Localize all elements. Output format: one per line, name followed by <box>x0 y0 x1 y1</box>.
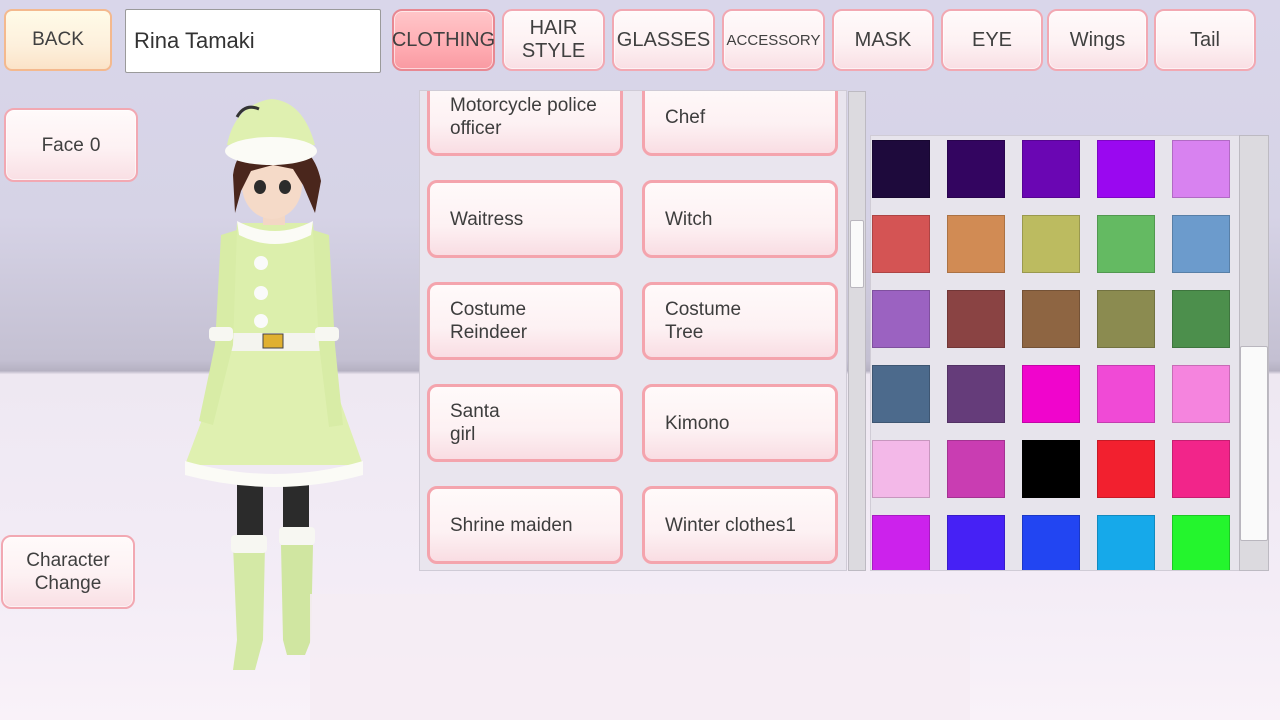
color-swatch[interactable] <box>872 140 930 198</box>
tab-tail[interactable]: Tail <box>1154 9 1256 71</box>
clothing-list-scroll-thumb[interactable] <box>850 220 864 288</box>
color-swatch[interactable] <box>1022 140 1080 198</box>
character-change-button[interactable]: Character Change <box>1 535 135 609</box>
clothing-list-panel[interactable]: Motorcycle police officer Chef Waitress Wit… <box>419 90 847 571</box>
color-swatch[interactable] <box>872 365 930 423</box>
tab-clothing[interactable]: CLOTHING <box>392 9 495 71</box>
color-swatch[interactable] <box>1097 515 1155 570</box>
clothing-item[interactable]: Santa girl <box>427 384 623 462</box>
color-swatch[interactable] <box>1097 140 1155 198</box>
color-swatch[interactable] <box>947 140 1005 198</box>
color-swatch[interactable] <box>1022 440 1080 498</box>
color-swatch[interactable] <box>1022 290 1080 348</box>
tab-hair-style[interactable]: HAIR STYLE <box>502 9 605 71</box>
clothing-item[interactable]: Shrine maiden <box>427 486 623 564</box>
color-swatch[interactable] <box>872 515 930 570</box>
color-swatch[interactable] <box>1022 365 1080 423</box>
color-swatch[interactable] <box>947 440 1005 498</box>
clothing-item[interactable]: Costume Reindeer <box>427 282 623 360</box>
color-swatch[interactable] <box>872 290 930 348</box>
color-swatch[interactable] <box>947 215 1005 273</box>
color-swatch[interactable] <box>1097 215 1155 273</box>
color-swatch[interactable] <box>1097 290 1155 348</box>
color-swatch[interactable] <box>1022 515 1080 570</box>
color-swatch[interactable] <box>947 365 1005 423</box>
color-swatch[interactable] <box>872 440 930 498</box>
character-model <box>185 99 363 670</box>
color-palette-scroll-thumb[interactable] <box>1240 346 1268 541</box>
color-swatch[interactable] <box>947 290 1005 348</box>
color-swatch[interactable] <box>1097 365 1155 423</box>
clothing-item[interactable]: Kimono <box>642 384 838 462</box>
clothing-item[interactable]: Costume Tree <box>642 282 838 360</box>
bottom-empty-area <box>310 594 970 720</box>
character-name-input[interactable] <box>125 9 381 73</box>
face-value: 0 <box>89 134 101 156</box>
color-swatch[interactable] <box>1172 440 1230 498</box>
back-button[interactable]: BACK <box>4 9 112 71</box>
clothing-item[interactable]: Winter clothes1 <box>642 486 838 564</box>
color-swatch[interactable] <box>1172 140 1230 198</box>
color-swatch[interactable] <box>1172 365 1230 423</box>
tab-glasses[interactable]: GLASSES <box>612 9 715 71</box>
color-swatch[interactable] <box>1172 215 1230 273</box>
color-swatch[interactable] <box>1172 515 1230 570</box>
color-swatch[interactable] <box>947 515 1005 570</box>
color-swatch[interactable] <box>1097 440 1155 498</box>
color-swatch[interactable] <box>1022 215 1080 273</box>
color-swatch[interactable] <box>1172 290 1230 348</box>
tab-accessory[interactable]: ACCESSORY <box>722 9 825 71</box>
color-palette-panel <box>870 135 1240 571</box>
tab-eye[interactable]: EYE <box>941 9 1043 71</box>
color-swatch[interactable] <box>872 215 930 273</box>
clothing-list-scrollbar[interactable] <box>848 91 866 571</box>
tab-mask[interactable]: MASK <box>832 9 934 71</box>
tab-wings[interactable]: Wings <box>1047 9 1148 71</box>
clothing-item[interactable]: Witch <box>642 180 838 258</box>
color-palette-scrollbar[interactable] <box>1239 135 1269 571</box>
face-button[interactable]: Face 0 <box>4 108 138 182</box>
clothing-item[interactable]: Chef <box>642 91 838 156</box>
clothing-item[interactable]: Motorcycle police officer <box>427 91 623 156</box>
face-label: Face <box>41 134 84 156</box>
clothing-item[interactable]: Waitress <box>427 180 623 258</box>
